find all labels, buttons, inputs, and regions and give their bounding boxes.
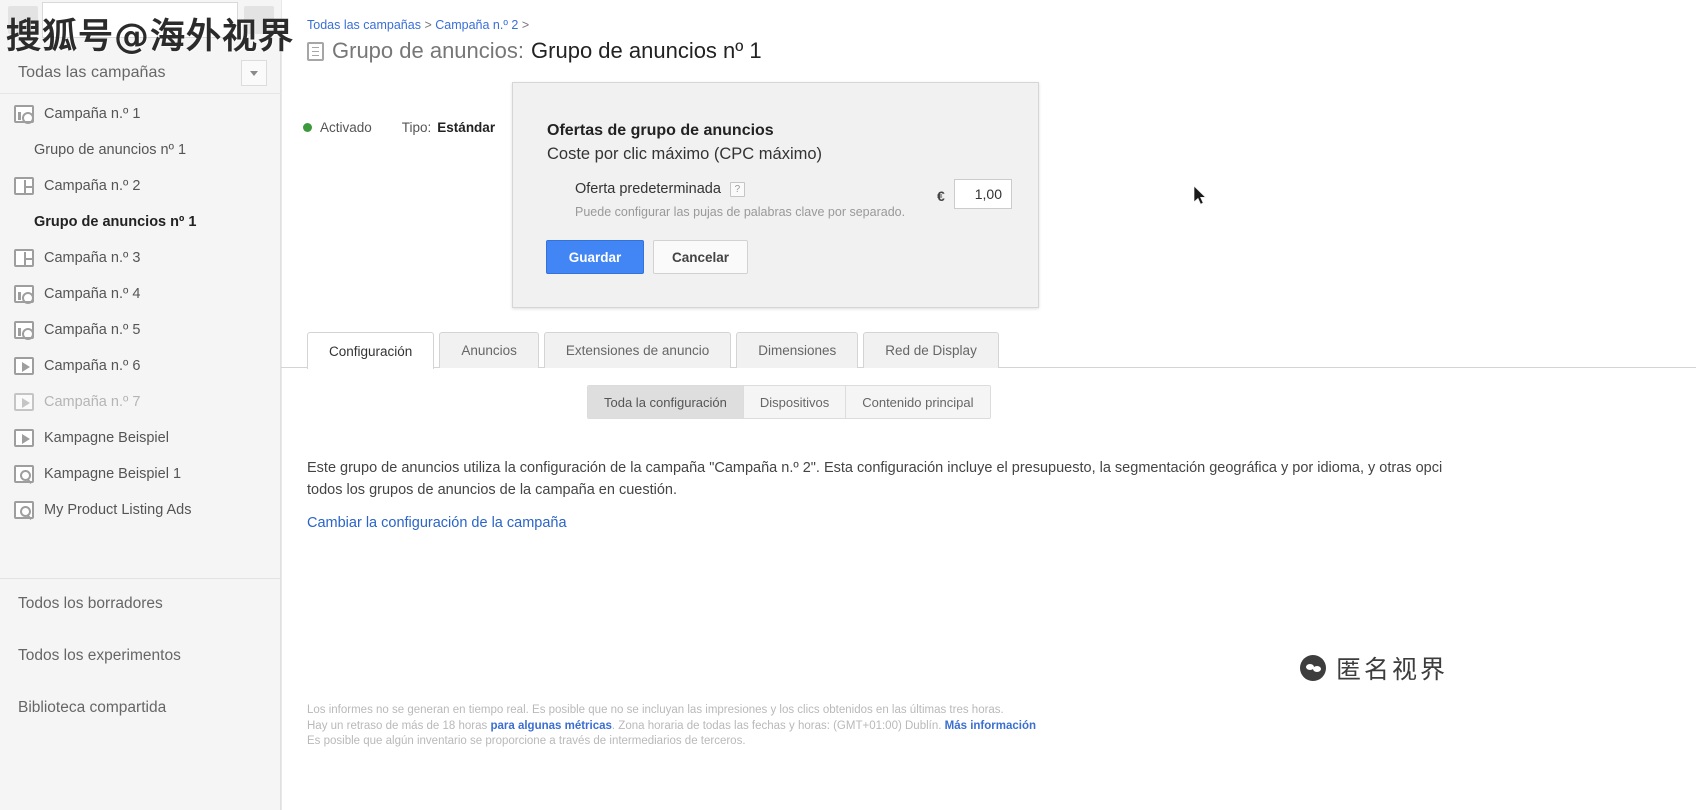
sidebar-collapse-button[interactable] (8, 6, 38, 34)
sidebar-item-6[interactable]: Campaña n.º 5 (0, 312, 281, 348)
chevron-down-icon[interactable] (241, 60, 267, 86)
ad-group-icon (307, 41, 324, 61)
sidebar-item-7[interactable]: Campaña n.º 6 (0, 348, 281, 384)
footer-line-2-a: Hay un retraso de más de 18 horas (307, 719, 491, 732)
settings-description-line2: todos los grupos de anuncios de la campa… (307, 482, 677, 498)
change-campaign-settings-link[interactable]: Cambiar la configuración de la campaña (307, 515, 567, 531)
display-network-icon (14, 284, 34, 304)
sidebar-item-label: Grupo de anuncios nº 1 (34, 214, 197, 230)
sidebar-campaign-list: Campaña n.º 1 Grupo de anuncios nº 1 Campa… (0, 96, 281, 528)
bid-panel-subtitle: Coste por clic máximo (CPC máximo) (547, 145, 823, 163)
screen-root: Todas las campañas Campaña n.º 1 Grupo de… (0, 0, 1696, 810)
sidebar-item-label: Campaña n.º 1 (44, 106, 141, 122)
metrics-delay-link[interactable]: para algunas métricas (490, 720, 611, 732)
settings-description: Este grupo de anuncios utiliza la config… (307, 457, 1696, 501)
tab-bar: Configuración Anuncios Extensiones de anun… (281, 332, 1696, 369)
sidebar-item-0[interactable]: Campaña n.º 1 (0, 96, 281, 132)
status-line: Activado Tipo: Estándar (303, 120, 495, 135)
sidebar-item-label: Campaña n.º 4 (44, 286, 141, 302)
tab-2[interactable]: Extensiones de anuncio (543, 332, 732, 368)
footer-line-2: Hay un retraso de más de 18 horas para a… (307, 719, 1036, 735)
display-network-icon (14, 104, 34, 124)
sidebar-links: Todos los borradores Todos los experiment… (0, 578, 281, 734)
sidebar-item-3[interactable]: Grupo de anuncios nº 1 (0, 204, 281, 240)
sidebar-item-label: Grupo de anuncios nº 1 (34, 142, 187, 158)
more-info-link[interactable]: Más información (945, 720, 1036, 732)
tab-list: Configuración Anuncios Extensiones de anun… (307, 332, 1004, 369)
display-network-icon (14, 320, 34, 340)
breadcrumb: Todas las campañas > Campaña n.º 2 > (307, 18, 529, 32)
default-bid-label-row: Oferta predeterminada ? (575, 181, 745, 197)
bid-edit-panel: Ofertas de grupo de anuncios Coste por c… (512, 82, 1039, 308)
default-bid-input[interactable] (954, 179, 1012, 209)
video-icon (14, 392, 34, 412)
sidebar-toolbar (0, 0, 281, 52)
tab-0[interactable]: Configuración (307, 332, 435, 369)
sidebar-item-label: Kampagne Beispiel (44, 430, 169, 446)
breadcrumb-separator-trailing: > (521, 18, 530, 32)
mouse-cursor (1194, 186, 1207, 205)
sub-tab-list: Toda la configuración Dispositivos Conteni… (587, 385, 991, 419)
breadcrumb-item-campaign-2[interactable]: Campaña n.º 2 (435, 18, 518, 32)
sidebar-header[interactable]: Todas las campañas (0, 52, 281, 94)
video-icon (14, 356, 34, 376)
tab-1[interactable]: Anuncios (439, 332, 539, 368)
status-badge: Activado (320, 120, 372, 135)
currency-symbol: € (937, 188, 945, 204)
campaign-type-label: Tipo: (401, 120, 432, 135)
sidebar-item-8[interactable]: Campaña n.º 7 (0, 384, 281, 420)
sidebar-item-label: Campaña n.º 5 (44, 322, 141, 338)
main-content: Todas las campañas > Campaña n.º 2 > Gru… (281, 0, 1696, 810)
page-title: Grupo de anuncios: Grupo de anuncios nº … (307, 38, 762, 64)
sidebar-item-label: Campaña n.º 7 (44, 394, 141, 410)
footer-line-2-b: . Zona horaria de todas las fechas y hor… (611, 719, 945, 732)
search-display-icon (14, 176, 34, 196)
sidebar-item-label: Kampagne Beispiel 1 (44, 466, 182, 482)
sidebar-item-9[interactable]: Kampagne Beispiel (0, 420, 281, 456)
campaign-type-value: Estándar (437, 120, 496, 135)
video-icon (14, 428, 34, 448)
footer-disclaimer: Los informes no se generan en tiempo rea… (307, 703, 1036, 750)
sidebar-item-label: Campaña n.º 2 (44, 178, 141, 194)
sub-tab-2[interactable]: Contenido principal (846, 386, 990, 418)
default-bid-hint: Puede configurar las pujas de palabras c… (575, 205, 906, 219)
tab-3[interactable]: Dimensiones (736, 332, 859, 368)
bid-panel-title: Ofertas de grupo de anuncios (547, 122, 774, 139)
search-display-icon (14, 248, 34, 268)
sidebar-item-1[interactable]: Grupo de anuncios nº 1 (0, 132, 281, 168)
main-left-border (281, 0, 282, 810)
sidebar-item-label: My Product Listing Ads (44, 502, 192, 518)
sidebar-item-11[interactable]: My Product Listing Ads (0, 492, 281, 528)
tab-4[interactable]: Red de Display (863, 332, 999, 368)
sidebar-item-label: Campaña n.º 6 (44, 358, 141, 374)
default-bid-label: Oferta predeterminada (575, 181, 721, 197)
footer-line-3: Es posible que algún inventario se propo… (307, 735, 746, 747)
status-dot-icon (303, 123, 312, 132)
cancel-button[interactable]: Cancelar (653, 240, 748, 274)
sidebar-item-4[interactable]: Campaña n.º 3 (0, 240, 281, 276)
page-title-label: Grupo de anuncios: (332, 38, 525, 63)
sidebar: Todas las campañas Campaña n.º 1 Grupo de… (0, 0, 281, 810)
settings-description-line1: Este grupo de anuncios utiliza la config… (307, 460, 1443, 476)
sidebar-item-10[interactable]: Kampagne Beispiel 1 (0, 456, 281, 492)
sub-tab-1[interactable]: Dispositivos (743, 386, 847, 418)
breadcrumb-separator: > (424, 18, 432, 32)
footer-line-1: Los informes no se generan en tiempo rea… (307, 704, 1004, 716)
sidebar-search-input[interactable] (42, 2, 238, 38)
sidebar-options-button[interactable] (244, 6, 274, 34)
sub-tab-0[interactable]: Toda la configuración (588, 386, 744, 418)
sidebar-item-2[interactable]: Campaña n.º 2 (0, 168, 281, 204)
page-title-value: Grupo de anuncios nº 1 (531, 38, 762, 63)
sidebar-item-label: Campaña n.º 3 (44, 250, 141, 266)
sidebar-link-0[interactable]: Todos los borradores (0, 578, 281, 630)
breadcrumb-item-all-campaigns[interactable]: Todas las campañas (307, 18, 421, 32)
sidebar-link-1[interactable]: Todos los experimentos (0, 630, 281, 682)
save-button[interactable]: Guardar (546, 240, 644, 274)
sidebar-item-5[interactable]: Campaña n.º 4 (0, 276, 281, 312)
help-icon[interactable]: ? (729, 181, 745, 197)
sidebar-link-2[interactable]: Biblioteca compartida (0, 682, 281, 734)
shopping-search-icon (14, 500, 34, 520)
sidebar-header-label: Todas las campañas (18, 63, 166, 81)
shopping-search-icon (14, 464, 34, 484)
